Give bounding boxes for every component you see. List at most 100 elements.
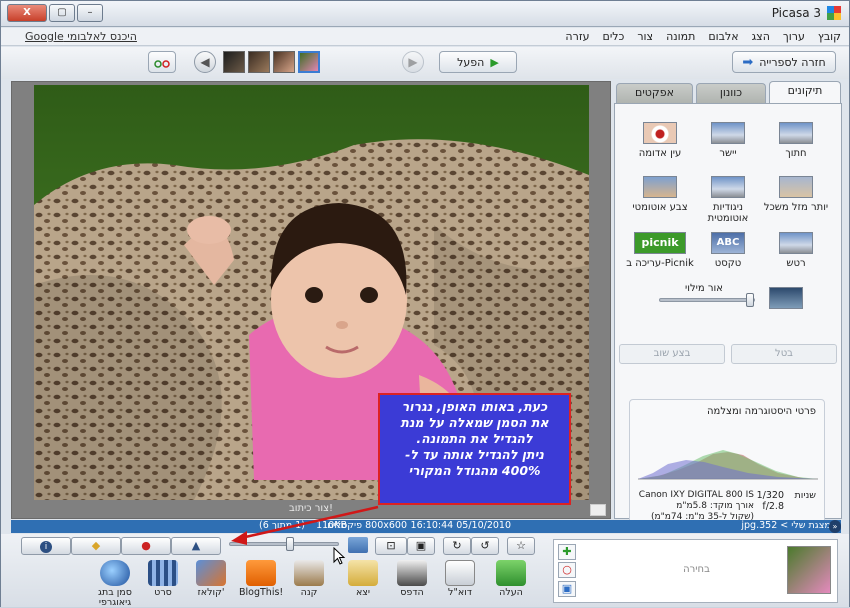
menu-bar: קובץ ערוך הצג אלבום תמונה צור כלים עזרה … bbox=[1, 28, 849, 46]
rotate-cw-icon: ↻ bbox=[452, 539, 462, 552]
text-icon: ABC bbox=[711, 232, 745, 254]
tutorial-callout: כעת, באותו האופן, נגרור את הסמן שמאלה על… bbox=[378, 393, 571, 505]
collage-icon bbox=[196, 560, 226, 586]
auto-contrast-icon bbox=[711, 176, 745, 198]
geotag-button[interactable]: סמן בתג גיאוגרפי bbox=[93, 560, 137, 608]
fill-light-slider[interactable] bbox=[659, 298, 755, 302]
caption-toggle-icon[interactable] bbox=[590, 504, 606, 516]
menu-picture[interactable]: תמונה bbox=[666, 30, 695, 43]
zoom-slider-handle[interactable] bbox=[285, 537, 294, 551]
basic-fixes-body: חתוך יישר עין אדומה יותר מזל משכל ניגודי… bbox=[614, 103, 842, 531]
star-button[interactable]: ☆ bbox=[507, 537, 535, 555]
back-to-library-button[interactable]: ➡ חזרה לספרייה bbox=[732, 51, 836, 73]
filmstrip-thumb-selected[interactable] bbox=[298, 51, 320, 73]
print-button[interactable]: הדפס bbox=[390, 560, 434, 598]
filmstrip-thumb[interactable] bbox=[223, 51, 245, 73]
retouch-tool[interactable]: רטש bbox=[761, 232, 831, 269]
fit-icon: ⊡ bbox=[386, 539, 396, 552]
close-button[interactable]: X bbox=[7, 4, 47, 22]
maximize-button[interactable]: ▢ bbox=[49, 4, 75, 22]
menu-album[interactable]: אלבום bbox=[708, 30, 738, 43]
email-icon bbox=[445, 560, 475, 586]
tab-effects[interactable]: אפקטים bbox=[616, 83, 693, 103]
tool-label: טקסט bbox=[714, 258, 742, 269]
info-icon: i bbox=[40, 541, 52, 553]
previous-photo-button[interactable]: ◀ bbox=[194, 51, 216, 73]
tray-thumbnail[interactable] bbox=[787, 546, 831, 594]
hold-button[interactable]: ✚ bbox=[558, 544, 576, 560]
action-label: קנה bbox=[300, 587, 318, 598]
geotag-pin-button[interactable]: ● bbox=[121, 537, 171, 555]
upload-icon bbox=[496, 560, 526, 586]
aperture-value: f/2.8 bbox=[762, 501, 784, 512]
tool-label: צבע אוטומטי bbox=[632, 202, 688, 213]
fill-light-label: אור מילוי bbox=[685, 283, 723, 294]
add-to-album-button[interactable]: ▣ bbox=[558, 581, 576, 597]
google-signin-link[interactable]: היכנס לאלבומי Google bbox=[25, 30, 137, 43]
fit-to-window-button[interactable]: ⊡ bbox=[375, 537, 407, 555]
play-slideshow-button[interactable]: הפעל ▶ bbox=[439, 51, 517, 73]
zoom-slider[interactable] bbox=[229, 542, 339, 546]
filmstrip-thumb[interactable] bbox=[248, 51, 270, 73]
action-label: סמן בתג גיאוגרפי bbox=[98, 587, 132, 608]
crop-icon bbox=[779, 122, 813, 144]
info-button[interactable]: i bbox=[21, 537, 71, 555]
menu-file[interactable]: קובץ bbox=[818, 30, 841, 43]
exposure-values: 1/320 f/2.8 bbox=[757, 490, 784, 512]
pin-icon: ● bbox=[141, 539, 151, 552]
redo-button[interactable]: בצע שוב bbox=[619, 344, 725, 364]
menu-help[interactable]: עזרה bbox=[565, 30, 589, 43]
tab-tuning[interactable]: כוונון bbox=[696, 83, 766, 103]
action-label: קולאז' bbox=[197, 587, 225, 598]
folder-icon bbox=[348, 560, 378, 586]
tool-label: יישר bbox=[719, 148, 737, 159]
expand-status-icon[interactable]: » bbox=[829, 520, 841, 533]
buy-button[interactable]: קנה bbox=[287, 560, 331, 598]
text-tool[interactable]: ABC טקסט bbox=[693, 232, 763, 269]
zoom-landscape-icon[interactable] bbox=[348, 537, 368, 553]
menu-create[interactable]: צור bbox=[637, 30, 653, 43]
menu-edit[interactable]: ערוך bbox=[783, 30, 805, 43]
minimize-button[interactable]: – bbox=[77, 4, 103, 22]
collage-button[interactable]: קולאז' bbox=[189, 560, 233, 598]
callout-line: ניתן להגדיל אותה עד ל- bbox=[405, 447, 544, 462]
rotate-clockwise-button[interactable]: ↻ bbox=[443, 537, 471, 555]
action-label: הדפס bbox=[400, 587, 424, 598]
caption-placeholder[interactable]: צור כיתוב! bbox=[12, 503, 610, 518]
tool-label: חתוך bbox=[785, 148, 807, 159]
lucky-tool[interactable]: יותר מזל משכל bbox=[761, 176, 831, 213]
menu-view[interactable]: הצג bbox=[752, 30, 770, 43]
action-label: העלה bbox=[499, 587, 523, 598]
export-button[interactable]: יצא bbox=[341, 560, 385, 598]
rotate-counterclockwise-button[interactable]: ↺ bbox=[471, 537, 499, 555]
movie-button[interactable]: סרט bbox=[141, 560, 185, 598]
next-photo-button[interactable]: ▶ bbox=[402, 51, 424, 73]
email-button[interactable]: דוא"ל bbox=[438, 560, 482, 598]
tool-label: רטש bbox=[786, 258, 806, 269]
histogram-chart bbox=[638, 450, 818, 480]
upload-button[interactable]: העלה bbox=[489, 560, 533, 598]
mouse-cursor-icon bbox=[333, 547, 346, 565]
shutter-label: שניות bbox=[794, 490, 817, 501]
status-filesize: 110KB bbox=[316, 520, 347, 531]
blogthis-button[interactable]: BlogThis! bbox=[239, 560, 283, 598]
action-label: סרט bbox=[154, 587, 172, 598]
camera-info: Canon IXY DIGITAL 800 IS אורך מוקד: 5.8מ… bbox=[638, 490, 754, 523]
tab-basic-fixes[interactable]: תיקונים בסיסיים bbox=[769, 81, 841, 115]
shutter-value: 1/320 bbox=[756, 490, 784, 501]
fill-light-slider-handle[interactable] bbox=[746, 293, 755, 307]
actual-size-button[interactable]: ▣ bbox=[407, 537, 435, 555]
people-button[interactable]: ▲ bbox=[171, 537, 221, 555]
picnik-tool[interactable]: picnik עריכה ב-Picnik bbox=[625, 232, 695, 269]
arrow-right-icon: ▶ bbox=[408, 55, 418, 69]
undo-button[interactable]: בטל bbox=[731, 344, 837, 364]
tag-button[interactable]: ◆ bbox=[71, 537, 121, 555]
crop-tool[interactable]: חתוך bbox=[761, 122, 831, 159]
redeye-tool[interactable]: עין אדומה bbox=[625, 122, 695, 159]
filmstrip-thumb[interactable] bbox=[273, 51, 295, 73]
straighten-tool[interactable]: יישר bbox=[693, 122, 763, 159]
auto-contrast-tool[interactable]: ניגודיות אוטומטית bbox=[693, 176, 763, 224]
auto-color-tool[interactable]: צבע אוטומטי bbox=[625, 176, 695, 213]
menu-tools[interactable]: כלים bbox=[603, 30, 625, 43]
heart-bike-button[interactable] bbox=[148, 51, 176, 73]
